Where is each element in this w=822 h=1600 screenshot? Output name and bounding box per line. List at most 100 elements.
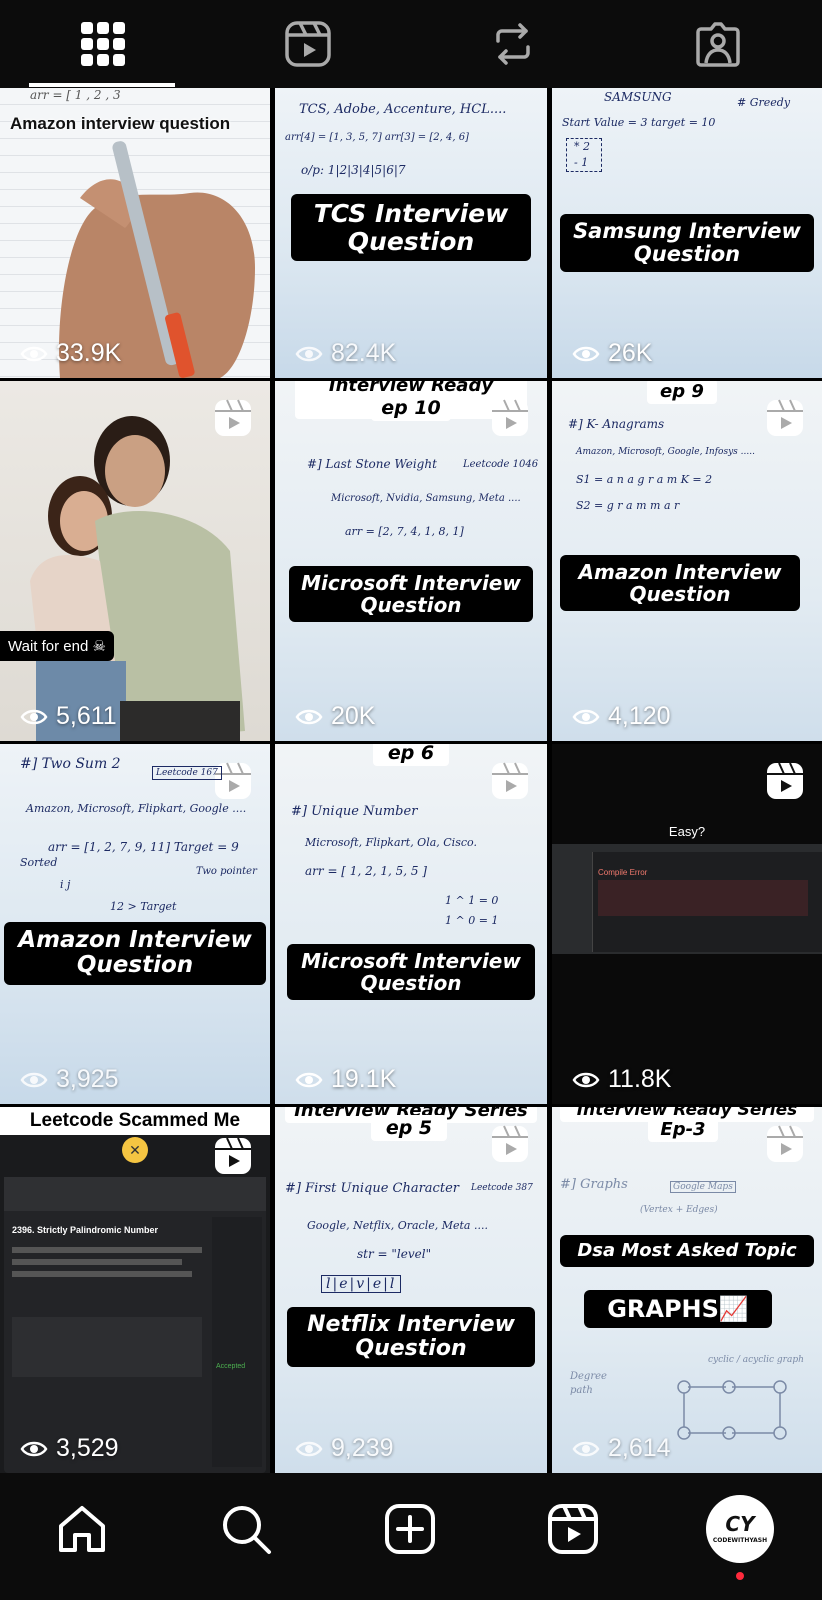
nav-reels[interactable] — [543, 1499, 603, 1559]
handwritten-note: #] Last Stone Weight — [307, 457, 437, 471]
handwritten-note: Leetcode 167 — [152, 766, 222, 780]
grid-tile[interactable]: Easy? Compile Error 11.8K — [552, 744, 822, 1104]
grid-tile[interactable]: SAMSUNG # Greedy Start Value = 3 target … — [552, 88, 822, 378]
view-count: 5,611 — [20, 702, 117, 731]
eye-icon — [20, 1441, 48, 1456]
tile-title: Microsoft Interview Question — [289, 566, 533, 622]
reel-badge — [491, 1125, 529, 1163]
handwritten-note: S2 = g r a m m a r — [576, 499, 680, 512]
tile-title: Netflix Interview Question — [287, 1307, 535, 1368]
eye-icon — [295, 1072, 323, 1087]
handwritten-note: Sorted — [20, 856, 58, 869]
reel-badge — [766, 1125, 804, 1163]
tile-title: Microsoft Interview Question — [287, 944, 535, 1000]
handwritten-note: arr = [1, 2, 7, 9, 11] Target = 9 — [48, 840, 239, 854]
handwritten-note: Microsoft, Nvidia, Samsung, Meta .... — [331, 493, 521, 504]
handwritten-note: #] K- Anagrams — [568, 417, 665, 431]
reel-badge — [214, 399, 252, 437]
reels-icon — [215, 1137, 251, 1174]
tile-title: Amazon Interview Question — [560, 555, 800, 611]
nav-create[interactable] — [380, 1499, 440, 1559]
handwritten-note: cyclic / acyclic graph — [708, 1355, 804, 1365]
home-icon — [59, 1506, 105, 1552]
eye-icon — [572, 709, 600, 724]
grid-tile[interactable]: Leetcode Scammed Me ✕ 2396. Strictly Pal… — [0, 1107, 270, 1473]
handwritten-note: #] Two Sum 2 — [20, 756, 121, 772]
eye-icon — [20, 346, 48, 361]
handwritten-note: - 1 — [574, 156, 589, 169]
handwritten-note: (Vertex + Edges) — [640, 1205, 718, 1215]
tile-title: Amazon interview question — [10, 114, 231, 133]
handwritten-note: #] Graphs — [560, 1177, 628, 1192]
episode-label: ep 6 — [373, 744, 449, 766]
handwritten-note: Leetcode 1046 — [463, 459, 539, 470]
grid-tile[interactable]: Interview Ready Series Ep-3 #] Graphs Go… — [552, 1107, 822, 1473]
grid-tile[interactable]: TCS, Adobe, Accenture, HCL.... arr[4] = … — [275, 88, 547, 378]
handwritten-note: Amazon, Microsoft, Google, Infosys ..... — [576, 447, 755, 457]
eye-icon — [295, 709, 323, 724]
grid-tile[interactable]: ep 9 #] K- Anagrams Amazon, Microsoft, G… — [552, 381, 822, 741]
create-plus-icon — [385, 1504, 435, 1554]
tab-posts-grid[interactable] — [0, 0, 205, 88]
view-count: 4,120 — [572, 702, 671, 731]
tab-tagged[interactable] — [615, 0, 820, 88]
handwritten-note: Amazon, Microsoft, Flipkart, Google .... — [26, 802, 247, 815]
grid-tile[interactable]: arr = [ 1 , 2 , 3 Amazon interview quest… — [0, 88, 270, 378]
tile-title: Dsa Most Asked Topic — [560, 1235, 814, 1267]
handwritten-note: Degree — [570, 1371, 607, 1382]
handwritten-note: i j — [60, 878, 71, 891]
reels-icon — [767, 762, 803, 799]
grid-tile[interactable]: Wait for end ☠ 5,611 — [0, 381, 270, 741]
handwritten-note: arr[4] = [1, 3, 5, 7] arr[3] = [2, 4, 6] — [285, 132, 469, 143]
handwritten-note: #] Unique Number — [291, 804, 418, 819]
eye-icon — [572, 346, 600, 361]
handwritten-note: arr = [ 1 , 2 , 3 — [30, 88, 121, 102]
grid-tile[interactable]: #] Two Sum 2 Leetcode 167 Amazon, Micros… — [0, 744, 270, 1104]
eye-icon — [20, 1072, 48, 1087]
nav-search[interactable] — [216, 1499, 276, 1559]
profile-tab-bar — [0, 0, 822, 88]
eye-icon — [295, 1441, 323, 1456]
handwritten-note: TCS, Adobe, Accenture, HCL.... — [299, 102, 507, 117]
leetcode-screenshot: 2396. Strictly Palindromic Number Accept… — [4, 1177, 266, 1473]
accepted-label: Accepted — [216, 1363, 246, 1370]
notification-dot — [736, 1572, 744, 1580]
tab-reels[interactable] — [205, 0, 410, 88]
handwritten-note: * 2 — [574, 140, 590, 153]
tile-title: Amazon Interview Question — [4, 922, 266, 985]
reels-icon — [767, 1125, 803, 1162]
handwritten-note: S1 = a n a g r a m K = 2 — [576, 473, 713, 486]
reels-icon — [215, 399, 251, 436]
handwritten-note: # Greedy — [737, 96, 791, 109]
skull-icon: ☠ — [88, 638, 106, 655]
handwritten-note: 1 ^ 0 = 1 — [445, 914, 499, 927]
grid-tile[interactable]: Interview Ready Series ep 10 #] Last Sto… — [275, 381, 547, 741]
handwritten-note: arr = [2, 7, 4, 1, 8, 1] — [345, 525, 464, 538]
nav-home[interactable] — [52, 1499, 112, 1559]
view-count: 33.9K — [20, 339, 121, 368]
view-count: 19.1K — [295, 1065, 396, 1094]
tile-title: TCS Interview Question — [291, 194, 531, 261]
reels-icon — [548, 1504, 598, 1554]
grid-icon — [80, 22, 125, 66]
tile-subtitle: GRAPHS📈 — [584, 1290, 772, 1329]
view-count: 9,239 — [295, 1434, 394, 1463]
reel-badge — [766, 762, 804, 800]
grid-tile[interactable]: Interview Ready Series ep 5 #] First Uni… — [275, 1107, 547, 1473]
nav-profile-avatar[interactable]: CY CODEWITHYASH — [706, 1495, 774, 1563]
couple-photo — [30, 416, 245, 741]
handwritten-note: #] First Unique Character — [285, 1181, 459, 1196]
reels-icon — [492, 1125, 528, 1162]
avatar-label: CODEWITHYASH — [712, 1537, 768, 1544]
reel-badge — [491, 399, 529, 437]
tab-reposts[interactable] — [410, 0, 615, 88]
handwritten-note: Start Value = 3 target = 10 — [562, 116, 716, 129]
grid-tile[interactable]: ep 6 #] Unique Number Microsoft, Flipkar… — [275, 744, 547, 1104]
tile-title: Easy? — [668, 824, 706, 839]
reels-icon — [767, 399, 803, 436]
reels-icon — [284, 21, 331, 67]
handwritten-note: Microsoft, Flipkart, Ola, Cisco. — [305, 836, 477, 849]
view-count: 3,529 — [20, 1434, 119, 1463]
compile-error-text: Compile Error — [598, 868, 648, 877]
tile-title: Leetcode Scammed Me — [0, 1107, 270, 1135]
